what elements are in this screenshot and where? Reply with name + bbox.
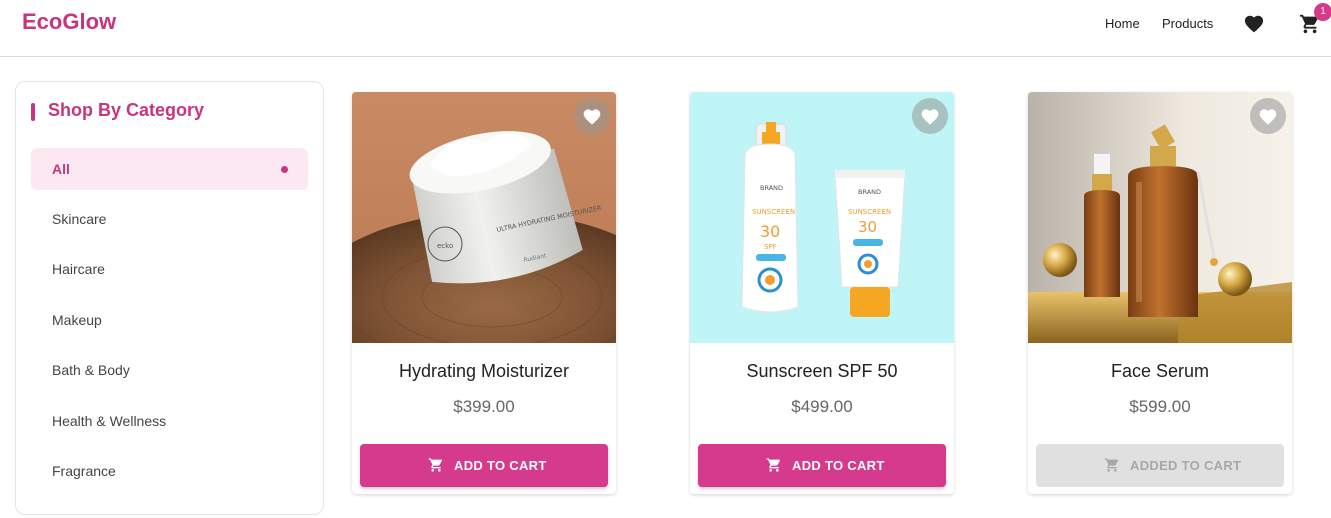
sidebar-item-health-wellness[interactable]: Health & Wellness xyxy=(31,400,308,442)
product-price: $499.00 xyxy=(791,397,853,416)
product-card: Face Serum $599.00 ADDED TO CART xyxy=(1028,92,1292,494)
tube-label-text: SUNSCREEN xyxy=(848,208,891,216)
tube-brand-text: BRAND xyxy=(858,188,881,196)
sidebar-item-makeup[interactable]: Makeup xyxy=(31,299,308,341)
tube-spf-text: 30 xyxy=(858,218,877,236)
top-navbar: EcoGlow Home Products 1 xyxy=(0,0,1331,57)
bottle-label-text: SUNSCREEN xyxy=(752,208,795,216)
wishlist-heart-icon[interactable] xyxy=(574,98,610,134)
wishlist-heart-icon[interactable] xyxy=(1250,98,1286,134)
bottle-spf-text: 30 xyxy=(760,222,780,241)
button-label: ADDED TO CART xyxy=(1130,458,1242,473)
cart-icon xyxy=(766,458,781,472)
product-card: ecko ULTRA HYDRATING MOISTURIZER Rudiant… xyxy=(352,92,616,494)
bottle-spf-unit-text: SPF xyxy=(764,243,777,251)
product-name: Face Serum xyxy=(1110,361,1210,381)
brand-logo[interactable]: EcoGlow xyxy=(22,9,116,35)
wishlist-heart-icon[interactable] xyxy=(912,98,948,134)
bottle-brand-text: BRAND xyxy=(760,184,783,192)
sidebar-item-label: All xyxy=(52,161,70,177)
cart-count-badge: 1 xyxy=(1314,3,1331,21)
nav-products-link[interactable]: Products xyxy=(1162,16,1213,31)
nav-home-link[interactable]: Home xyxy=(1105,16,1140,31)
sidebar-item-label: Bath & Body xyxy=(52,362,130,378)
sidebar-item-label: Haircare xyxy=(52,261,105,277)
sidebar-item-label: Fragrance xyxy=(52,463,116,479)
title-accent-bar xyxy=(31,103,35,121)
sidebar-item-label: Health & Wellness xyxy=(52,413,167,429)
button-label: ADD TO CART xyxy=(792,458,885,473)
sidebar-item-haircare[interactable]: Haircare xyxy=(31,248,308,290)
cart-icon xyxy=(428,458,443,472)
cart-icon xyxy=(1104,458,1119,472)
product-price: $399.00 xyxy=(453,397,515,416)
sidebar-item-bath-body[interactable]: Bath & Body xyxy=(31,349,308,391)
product-image-face-serum[interactable] xyxy=(1028,92,1292,343)
product-name: Sunscreen SPF 50 xyxy=(746,361,898,381)
add-to-cart-button[interactable]: ADD TO CART xyxy=(360,444,608,487)
product-image-moisturizer[interactable]: ecko ULTRA HYDRATING MOISTURIZER Rudiant xyxy=(352,92,616,343)
add-to-cart-button[interactable]: ADD TO CART xyxy=(698,444,946,487)
sidebar-title: Shop By Category xyxy=(48,100,205,120)
jar-brand-text: ecko xyxy=(437,242,453,250)
product-price: $599.00 xyxy=(1129,397,1191,416)
sidebar-item-fragrance[interactable]: Fragrance xyxy=(31,450,308,492)
sidebar-item-label: Makeup xyxy=(52,312,102,328)
added-to-cart-button[interactable]: ADDED TO CART xyxy=(1036,444,1284,487)
sidebar-item-skincare[interactable]: Skincare xyxy=(31,198,308,240)
sidebar-item-label: Skincare xyxy=(52,211,107,227)
wishlist-heart-icon[interactable] xyxy=(1243,13,1265,33)
product-image-sunscreen[interactable]: BRAND SUNSCREEN 30 SPF BRAND SUNSCREEN 3… xyxy=(690,92,954,343)
button-label: ADD TO CART xyxy=(454,458,547,473)
sidebar-item-all[interactable]: All xyxy=(31,148,308,190)
product-name: Hydrating Moisturizer xyxy=(398,361,570,381)
active-dot-icon xyxy=(281,166,288,173)
product-card: BRAND SUNSCREEN 30 SPF BRAND SUNSCREEN 3… xyxy=(690,92,954,494)
category-sidebar: Shop By Category All Skincare Haircare M… xyxy=(15,81,324,515)
